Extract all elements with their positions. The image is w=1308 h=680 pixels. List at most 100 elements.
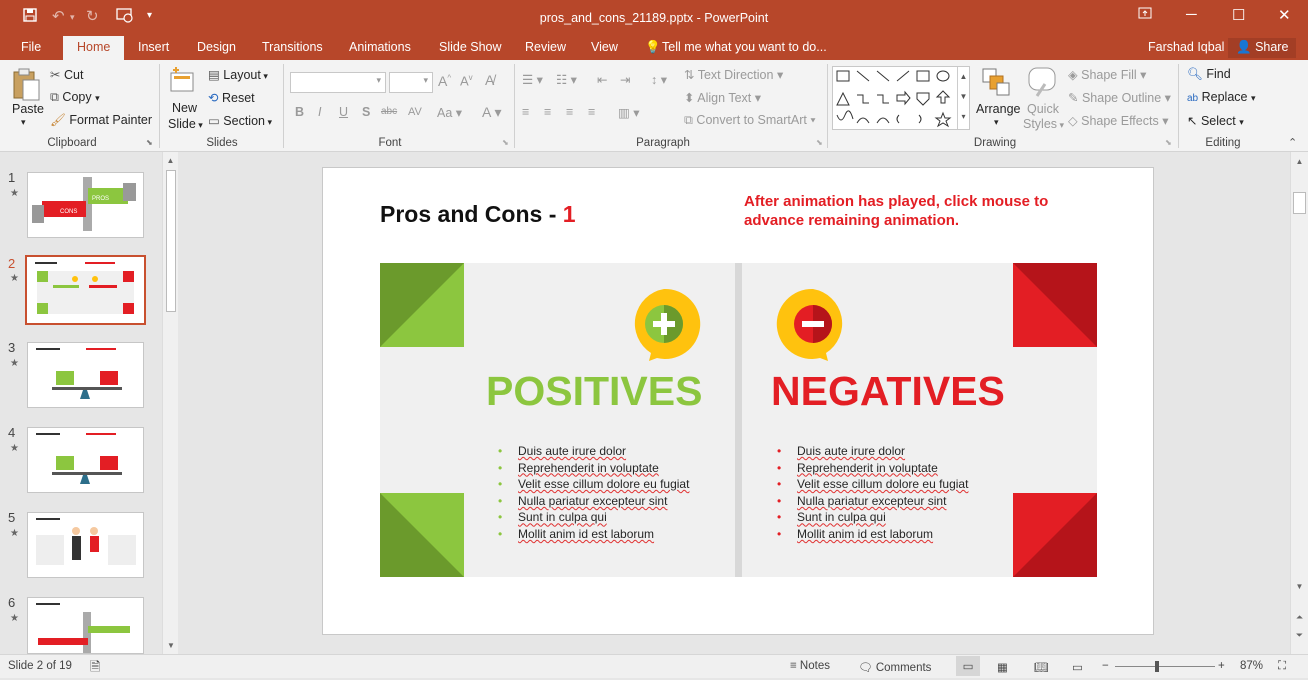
previous-slide-icon[interactable]: ⏶ xyxy=(1291,612,1308,623)
tell-me-box[interactable]: Tell me what you want to do... xyxy=(662,40,827,54)
shape-effects-button[interactable]: ◇ Shape Effects ▾ xyxy=(1068,113,1168,128)
reset-button[interactable]: ⟲ Reset xyxy=(208,90,255,105)
clear-formatting-icon[interactable]: A̸ xyxy=(485,72,494,88)
canvas-scroll-up-icon[interactable]: ▲ xyxy=(1291,157,1308,166)
current-slide[interactable]: Pros and Cons - 1 After animation has pl… xyxy=(322,167,1154,635)
slide-counter[interactable]: Slide 2 of 19 xyxy=(8,660,72,672)
maximize-button[interactable]: ☐ xyxy=(1232,6,1245,24)
user-name[interactable]: Farshad Iqbal xyxy=(1148,40,1224,54)
tab-design[interactable]: Design xyxy=(197,40,236,54)
thumbnail-slide-2[interactable] xyxy=(25,255,146,325)
change-case-icon[interactable]: Aa ▾ xyxy=(437,105,462,120)
layout-button[interactable]: ▤ Layout ▾ xyxy=(208,67,268,82)
align-center-icon[interactable]: ≡ xyxy=(544,105,551,119)
normal-view-icon[interactable]: ▭ xyxy=(956,656,980,676)
new-slide-icon[interactable] xyxy=(168,65,198,98)
copy-button[interactable]: ⧉ Copy ▾ xyxy=(50,90,100,105)
shapes-icons[interactable] xyxy=(833,67,957,129)
shapes-gallery-scroll[interactable]: ▲ ▼ ▾ xyxy=(957,67,969,129)
paragraph-launcher-icon[interactable]: ⬊ xyxy=(816,138,823,147)
shapes-gallery[interactable]: ▲ ▼ ▾ xyxy=(832,66,970,130)
font-color-icon[interactable]: A ▾ xyxy=(482,104,501,121)
thumbnail-slide-6[interactable] xyxy=(27,597,144,654)
zoom-in-icon[interactable]: + xyxy=(1218,660,1225,672)
scroll-down-icon[interactable]: ▼ xyxy=(163,641,179,650)
canvas-scrollbar[interactable]: ▲ ▼ ⏶ ⏷ xyxy=(1290,152,1308,654)
bold-icon[interactable]: B xyxy=(295,105,304,119)
align-left-icon[interactable]: ≡ xyxy=(522,105,529,119)
char-spacing-icon[interactable]: AV xyxy=(408,106,422,118)
zoom-slider-thumb[interactable] xyxy=(1155,661,1159,672)
tab-view[interactable]: View xyxy=(591,40,618,54)
copy-dropdown-icon[interactable]: ▾ xyxy=(95,93,100,103)
arrange-button[interactable]: Arrange xyxy=(976,102,1020,116)
zoom-out-icon[interactable]: − xyxy=(1102,660,1109,672)
tab-slide-show[interactable]: Slide Show xyxy=(439,40,502,54)
increase-indent-icon[interactable]: ⇥ xyxy=(620,72,630,87)
tab-home[interactable]: Home xyxy=(63,36,125,60)
arrange-dropdown-icon[interactable]: ▾ xyxy=(994,117,999,128)
reading-view-icon[interactable]: 📖︎ xyxy=(1034,660,1049,674)
clipboard-launcher-icon[interactable]: ⬊ xyxy=(146,138,153,147)
new-slide-button[interactable]: Slide ▾ xyxy=(168,117,203,131)
slide-sorter-icon[interactable]: ▦ xyxy=(997,660,1008,674)
italic-icon[interactable]: I xyxy=(318,105,321,119)
collapse-ribbon-icon[interactable]: ⌃ xyxy=(1288,136,1297,149)
tab-review[interactable]: Review xyxy=(525,40,566,54)
tab-insert[interactable]: Insert xyxy=(138,40,169,54)
paste-icon[interactable] xyxy=(10,66,42,105)
thumbnail-slide-4[interactable] xyxy=(27,427,144,493)
bullets-icon[interactable]: ☰ ▾ xyxy=(522,72,543,87)
format-painter-button[interactable]: 🖌 Format Painter xyxy=(50,113,152,128)
arrange-icon[interactable] xyxy=(980,66,1012,101)
quick-styles-button[interactable]: Styles ▾ xyxy=(1023,117,1064,131)
scroll-up-icon[interactable]: ▲ xyxy=(163,156,178,165)
thumbnails-scroll-thumb[interactable] xyxy=(166,170,176,312)
find-button[interactable]: 🔍︎ Find xyxy=(1187,67,1231,82)
font-name-box[interactable]: ▾ xyxy=(290,72,386,93)
slide-title[interactable]: Pros and Cons - 1 xyxy=(380,201,576,228)
next-slide-icon[interactable]: ⏷ xyxy=(1291,630,1308,641)
line-spacing-icon[interactable]: ↕ ▾ xyxy=(651,72,667,87)
share-button[interactable]: 👤 Share xyxy=(1228,38,1297,58)
tab-file[interactable]: File xyxy=(21,40,41,54)
canvas-scroll-down-icon[interactable]: ▼ xyxy=(1291,582,1308,591)
spell-check-icon[interactable]: 🗎︎ xyxy=(90,658,100,680)
font-size-box[interactable]: ▾ xyxy=(389,72,433,93)
replace-button[interactable]: ab Replace ▾ xyxy=(1187,90,1256,104)
grow-font-icon[interactable]: A^ xyxy=(438,73,451,89)
notes-button[interactable]: ≡ Notes xyxy=(790,660,830,672)
font-size-dropdown-icon[interactable]: ▾ xyxy=(423,75,428,86)
decrease-indent-icon[interactable]: ⇤ xyxy=(597,72,607,87)
text-direction-button[interactable]: ⇅ Text Direction ▾ xyxy=(684,67,783,82)
font-name-dropdown-icon[interactable]: ▾ xyxy=(376,75,381,86)
shape-fill-button[interactable]: ◈ Shape Fill ▾ xyxy=(1068,67,1146,82)
quick-styles-icon[interactable] xyxy=(1027,66,1059,103)
select-button[interactable]: ↖ Select ▾ xyxy=(1187,113,1244,128)
negatives-heading[interactable]: NEGATIVES xyxy=(771,368,1005,415)
shadow-icon[interactable]: S xyxy=(362,105,370,119)
negatives-bullet-list[interactable]: • Duis aute irure dolor • Reprehenderit in… xyxy=(777,443,968,543)
positives-bullet-list[interactable]: • Duis aute irure dolor • Reprehenderit in… xyxy=(498,443,689,543)
quick-styles-label-1[interactable]: Quick xyxy=(1027,102,1059,116)
paste-button[interactable]: Paste xyxy=(12,102,44,116)
smartart-button[interactable]: ⧉ Convert to SmartArt ▾ xyxy=(684,113,816,128)
drawing-launcher-icon[interactable]: ⬊ xyxy=(1165,138,1172,147)
thumbnail-slide-3[interactable] xyxy=(27,342,144,408)
fit-to-window-icon[interactable]: ⛶ xyxy=(1278,660,1286,673)
canvas-scroll-thumb[interactable] xyxy=(1293,192,1306,214)
justify-icon[interactable]: ≡ xyxy=(588,105,595,119)
minimize-button[interactable]: ─ xyxy=(1186,6,1197,23)
paste-dropdown-icon[interactable]: ▾ xyxy=(21,117,26,128)
positives-heading[interactable]: POSITIVES xyxy=(486,368,702,415)
numbering-icon[interactable]: ☷ ▾ xyxy=(556,72,577,87)
cut-button[interactable]: ✂ Cut xyxy=(50,67,83,82)
underline-icon[interactable]: U xyxy=(339,105,348,119)
thumbnails-scrollbar[interactable]: ▲ ▼ xyxy=(162,152,178,654)
slideshow-view-icon[interactable]: ▭ xyxy=(1072,660,1083,674)
font-launcher-icon[interactable]: ⬊ xyxy=(502,138,509,147)
align-right-icon[interactable]: ≡ xyxy=(566,105,573,119)
align-text-button[interactable]: ⬍ Align Text ▾ xyxy=(684,90,761,105)
strikethrough-icon[interactable]: abc xyxy=(381,106,397,117)
comments-button[interactable]: 🗨︎ Comments xyxy=(858,660,931,674)
